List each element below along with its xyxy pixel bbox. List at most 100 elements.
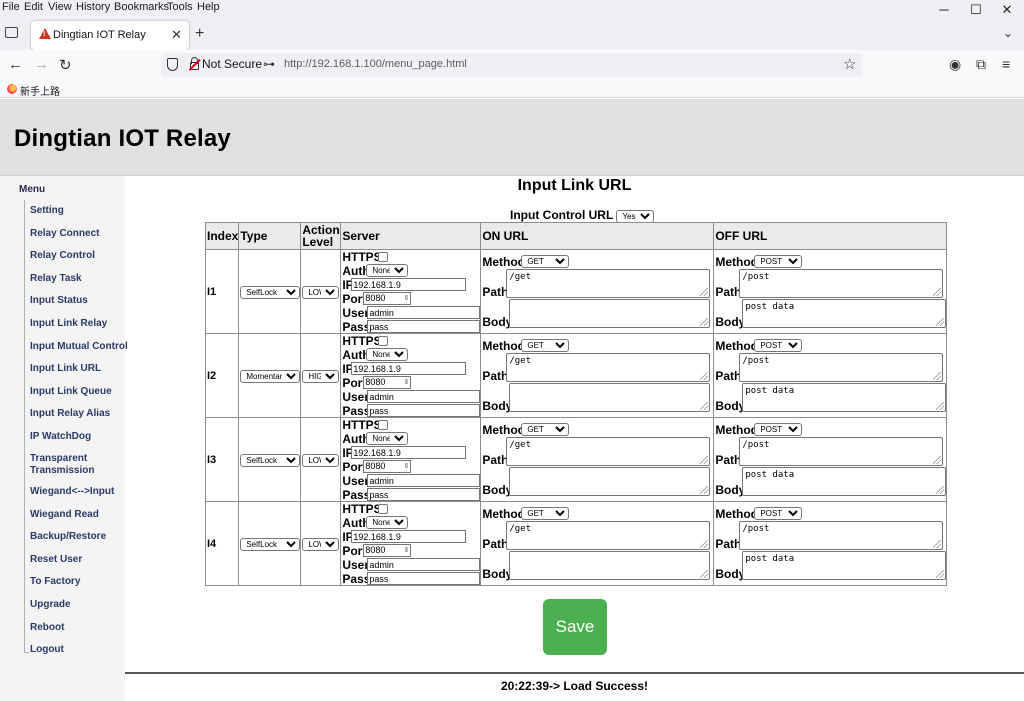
- on-body-textarea[interactable]: [509, 299, 711, 328]
- sidebar-item-wiegand-input[interactable]: Wiegand<-->Input: [30, 486, 114, 497]
- off-body-textarea[interactable]: post data: [742, 467, 947, 496]
- sidebar-item-reboot[interactable]: Reboot: [30, 622, 64, 633]
- sidebar-item-input-relay-alias[interactable]: Input Relay Alias: [30, 408, 110, 419]
- on-method-select[interactable]: GET: [521, 255, 570, 268]
- port-stepper[interactable]: 8080 ⇕: [363, 376, 412, 389]
- auth-select[interactable]: None: [366, 432, 409, 445]
- key-icon[interactable]: ⊶: [263, 57, 275, 71]
- close-tab-icon[interactable]: ✕: [171, 27, 182, 43]
- off-path-textarea[interactable]: /post: [739, 437, 944, 466]
- menu-tools[interactable]: Tools: [167, 0, 193, 14]
- ip-field[interactable]: [351, 362, 467, 375]
- resize-grip-icon[interactable]: [700, 540, 709, 548]
- resize-grip-icon[interactable]: [700, 570, 709, 578]
- sidebar-item-setting[interactable]: Setting: [30, 205, 64, 216]
- on-path-textarea[interactable]: /get: [506, 353, 711, 382]
- type-select[interactable]: SelfLock: [240, 538, 301, 551]
- bookmark-star-icon[interactable]: ☆: [843, 55, 856, 73]
- sidebar-item-input-link-relay[interactable]: Input Link Relay: [30, 318, 107, 329]
- https-checkbox[interactable]: [378, 420, 389, 430]
- on-method-select[interactable]: GET: [521, 507, 570, 520]
- stepper-arrows-icon[interactable]: ⇕: [403, 377, 409, 388]
- sidebar-item-input-status[interactable]: Input Status: [30, 295, 88, 306]
- action-level-select[interactable]: LOW: [302, 454, 340, 467]
- resize-grip-icon[interactable]: [936, 318, 945, 326]
- sidebar-item-transparent-transmission[interactable]: Transparent Transmission: [30, 453, 100, 477]
- off-body-textarea[interactable]: post data: [742, 383, 947, 412]
- on-body-textarea[interactable]: [509, 551, 711, 580]
- off-method-select[interactable]: POST: [754, 339, 803, 352]
- on-path-textarea[interactable]: /get: [506, 269, 711, 298]
- https-checkbox[interactable]: [378, 504, 389, 514]
- sidebar-item-relay-task[interactable]: Relay Task: [30, 273, 82, 284]
- off-body-textarea[interactable]: post data: [742, 299, 947, 328]
- resize-grip-icon[interactable]: [933, 456, 942, 464]
- extensions-icon[interactable]: ⧉: [976, 56, 986, 73]
- off-method-select[interactable]: POST: [754, 507, 803, 520]
- on-method-select[interactable]: GET: [521, 339, 570, 352]
- browser-tab[interactable]: ! Dingtian IOT Relay ✕: [31, 21, 189, 50]
- sidebar-item-relay-control[interactable]: Relay Control: [30, 250, 95, 261]
- resize-grip-icon[interactable]: [936, 402, 945, 410]
- on-path-textarea[interactable]: /get: [506, 521, 711, 550]
- user-field[interactable]: [367, 306, 481, 319]
- sidebar-item-ip-watchdog[interactable]: IP WatchDog: [30, 431, 91, 442]
- account-icon[interactable]: ◉: [949, 56, 961, 73]
- resize-grip-icon[interactable]: [933, 372, 942, 380]
- menu-help[interactable]: Help: [197, 0, 220, 14]
- sidebar-item-backup-restore[interactable]: Backup/Restore: [30, 531, 106, 542]
- menu-history[interactable]: History: [76, 0, 110, 14]
- user-field[interactable]: [367, 390, 481, 403]
- stepper-arrows-icon[interactable]: ⇕: [403, 461, 409, 472]
- sidebar-item-input-link-queue[interactable]: Input Link Queue: [30, 386, 112, 397]
- menu-file[interactable]: File: [2, 0, 20, 14]
- sidebar-item-input-mutual-control[interactable]: Input Mutual Control: [30, 341, 128, 352]
- off-path-textarea[interactable]: /post: [739, 269, 944, 298]
- on-body-textarea[interactable]: [509, 467, 711, 496]
- auth-select[interactable]: None: [366, 348, 409, 361]
- ip-field[interactable]: [351, 278, 467, 291]
- on-body-textarea[interactable]: [509, 383, 711, 412]
- resize-grip-icon[interactable]: [933, 540, 942, 548]
- port-stepper[interactable]: 8080 ⇕: [363, 460, 412, 473]
- url-text[interactable]: http://192.168.1.100/menu_page.html: [284, 58, 467, 70]
- forward-icon[interactable]: →: [34, 56, 49, 73]
- menu-bookmarks[interactable]: Bookmarks: [114, 0, 169, 14]
- action-level-select[interactable]: HIGH: [302, 370, 340, 383]
- type-select[interactable]: SelfLock: [240, 454, 301, 467]
- resize-grip-icon[interactable]: [700, 486, 709, 494]
- reload-icon[interactable]: ↻: [59, 56, 72, 74]
- resize-grip-icon[interactable]: [936, 486, 945, 494]
- resize-grip-icon[interactable]: [700, 372, 709, 380]
- user-field[interactable]: [367, 558, 481, 571]
- pass-field[interactable]: [367, 488, 481, 501]
- resize-grip-icon[interactable]: [936, 570, 945, 578]
- save-button[interactable]: Save: [543, 599, 607, 655]
- sidebar-item-input-link-url[interactable]: Input Link URL: [30, 363, 101, 374]
- resize-grip-icon[interactable]: [933, 288, 942, 296]
- shield-icon[interactable]: [167, 58, 178, 71]
- port-stepper[interactable]: 8080 ⇕: [363, 292, 412, 305]
- menu-edit[interactable]: Edit: [24, 0, 43, 14]
- pass-field[interactable]: [367, 404, 481, 417]
- sidebar-item-logout[interactable]: Logout: [30, 644, 64, 655]
- security-label[interactable]: Not Secure: [202, 57, 262, 71]
- off-path-textarea[interactable]: /post: [739, 353, 944, 382]
- https-checkbox[interactable]: [378, 336, 389, 346]
- type-select[interactable]: Momentary: [240, 370, 301, 383]
- off-path-textarea[interactable]: /post: [739, 521, 944, 550]
- action-level-select[interactable]: LOW: [302, 538, 340, 551]
- resize-grip-icon[interactable]: [700, 456, 709, 464]
- resize-grip-icon[interactable]: [700, 402, 709, 410]
- user-field[interactable]: [367, 474, 481, 487]
- ip-field[interactable]: [351, 530, 467, 543]
- on-path-textarea[interactable]: /get: [506, 437, 711, 466]
- off-method-select[interactable]: POST: [754, 423, 803, 436]
- auth-select[interactable]: None: [366, 516, 409, 529]
- pass-field[interactable]: [367, 320, 481, 333]
- sidebar-item-reset-user[interactable]: Reset User: [30, 554, 82, 565]
- chevron-down-icon[interactable]: ⌄: [1003, 26, 1013, 40]
- tab-list-icon[interactable]: [5, 27, 18, 38]
- back-icon[interactable]: ←: [8, 56, 23, 73]
- port-stepper[interactable]: 8080 ⇕: [363, 544, 412, 557]
